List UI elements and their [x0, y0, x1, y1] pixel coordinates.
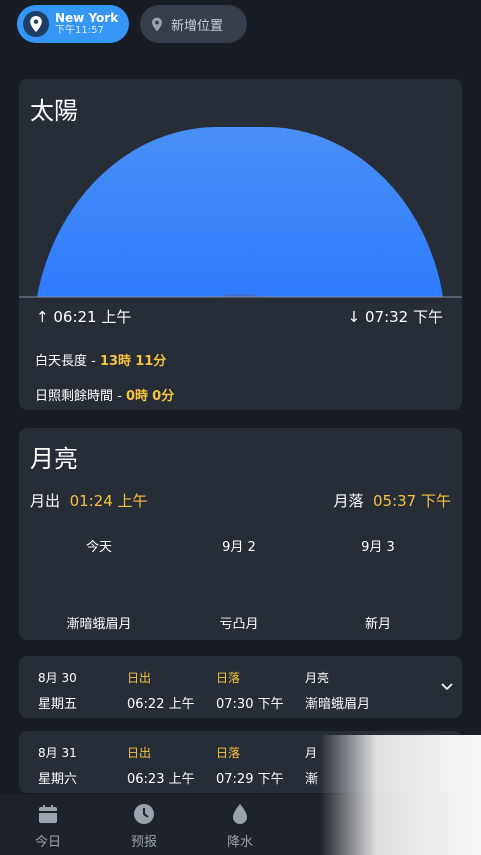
- daily-sunset-label: 日落: [216, 671, 241, 685]
- nav-forecast[interactable]: 预报: [109, 794, 179, 855]
- location-tab-new-york[interactable]: New York 下午11:57: [17, 5, 129, 43]
- moon-title: 月亮: [30, 445, 78, 473]
- moon-phase: 亏凸月: [219, 617, 259, 632]
- sunset-time: ↓ 07:32 下午: [347, 308, 443, 326]
- arrow-up-icon: ↑: [36, 308, 49, 326]
- daylight-arc: [37, 127, 443, 297]
- daily-weekday: 星期六: [38, 772, 78, 787]
- daily-sunrise: 06:22 上午: [127, 697, 195, 712]
- nav-precipitation[interactable]: 降水: [205, 794, 275, 855]
- arrow-down-icon: ↓: [347, 308, 361, 326]
- daily-sunrise: 06:23 上午: [127, 772, 195, 787]
- nav-precipitation-label: 降水: [226, 835, 253, 850]
- watermark-fade: [320, 735, 481, 855]
- sun-card: 太陽 ↑ 06:21 上午 ↓ 07:32 下午 白天長度 - 13時 11分 …: [19, 79, 462, 410]
- daily-row[interactable]: 8月 30 星期五 日出 06:22 上午 日落 07:30 下午 月亮 漸暗蛾…: [19, 656, 462, 718]
- daily-sunrise-label: 日出: [127, 671, 152, 685]
- moon-day-label: 9月 3: [361, 540, 395, 555]
- daily-moon-phase: 漸暗蛾眉月: [305, 697, 371, 712]
- daily-sunset-label: 日落: [216, 746, 241, 760]
- nav-today-label: 今日: [34, 835, 61, 850]
- daily-sunrise-label: 日出: [127, 746, 152, 760]
- add-location-button[interactable]: 新增位置: [140, 5, 247, 43]
- daily-moon-label: 月亮: [305, 671, 330, 685]
- remaining-daylight: 日照剩餘時間 - 0時 0分: [35, 389, 175, 404]
- clock-icon: [134, 804, 154, 824]
- moon-phase: 新月: [364, 617, 391, 632]
- nav-forecast-label: 预报: [130, 835, 157, 850]
- daily-moon-label: 月: [305, 746, 318, 760]
- location-time: 下午11:57: [55, 25, 104, 36]
- daily-sunset: 07:30 下午: [216, 697, 284, 712]
- chevron-down-icon[interactable]: [441, 683, 453, 691]
- daily-sunset: 07:29 下午: [216, 772, 284, 787]
- location-pin-icon: [23, 11, 49, 37]
- daily-date: 8月 31: [38, 746, 77, 760]
- daily-moon-phase: 漸: [305, 772, 319, 787]
- sun-arc-chart: [19, 127, 462, 298]
- moon-phase: 漸暗蛾眉月: [66, 617, 132, 632]
- daily-date: 8月 30: [38, 671, 77, 685]
- calendar-icon: [39, 805, 57, 823]
- nav-today[interactable]: 今日: [13, 794, 83, 855]
- location-pin-icon: [152, 17, 162, 31]
- add-location-label: 新增位置: [171, 18, 224, 34]
- moon-card: 月亮 月出 01:24 上午 月落 05:37 下午 今天 9月 2 9月 3 …: [19, 428, 462, 640]
- water-drop-icon: [233, 804, 247, 824]
- moonset: 月落 05:37 下午: [333, 492, 451, 510]
- day-length: 白天長度 - 13時 11分: [35, 354, 167, 369]
- moonrise: 月出 01:24 上午: [30, 492, 148, 510]
- moon-day-label: 今天: [85, 540, 112, 555]
- location-city: New York: [55, 11, 119, 25]
- moon-day-label: 9月 2: [222, 540, 256, 555]
- sunrise-time: ↑ 06:21 上午: [36, 308, 132, 326]
- daily-weekday: 星期五: [38, 697, 78, 712]
